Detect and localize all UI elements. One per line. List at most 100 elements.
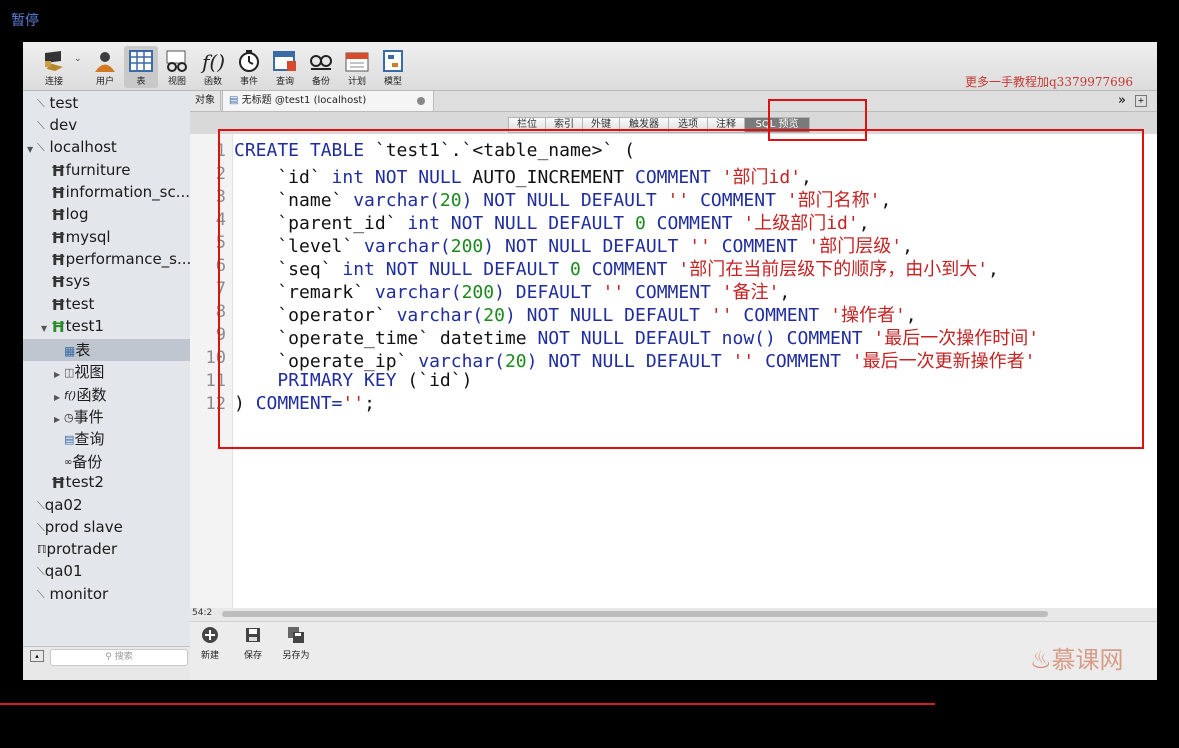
sidebar-item-test1[interactable]: ▼ Ħtest1: [23, 317, 190, 339]
save-icon: [246, 628, 260, 642]
sidebar-item-label: localhost: [49, 138, 117, 156]
sidebar-item-performance-schema[interactable]: Ħperformance_s...: [23, 250, 190, 272]
sidebar-item-qa02[interactable]: ⟍qa02: [23, 496, 190, 518]
toolbar-backup-button[interactable]: 备份: [304, 46, 338, 88]
new-button[interactable]: 新建: [192, 626, 228, 661]
add-icon: [202, 627, 218, 643]
tab-label: 无标题 @test1 (localhost): [241, 95, 367, 106]
video-progress-bar[interactable]: [0, 703, 935, 705]
toolbar-user-button[interactable]: 用户: [88, 46, 122, 88]
connection-icon: ⟍: [37, 96, 45, 110]
table-icon: [129, 50, 153, 72]
imooc-logo: ♨慕课网: [1030, 640, 1124, 675]
connection-icon: ℿ: [37, 543, 47, 556]
chevron-down-icon[interactable]: ⌄: [74, 54, 82, 64]
sidebar-item-label: qa01: [44, 562, 83, 580]
sidebar-item-label: dev: [49, 116, 78, 134]
editor-status-bar: 54:2: [190, 608, 1157, 621]
save-as-button[interactable]: 另存为: [278, 626, 314, 661]
toolbar-label: 用户: [95, 77, 114, 87]
toolbar-model-button[interactable]: 模型: [376, 46, 410, 88]
sidebar-item-events[interactable]: ▶ ◷事件: [23, 406, 190, 428]
action-label: 另存为: [282, 651, 310, 661]
sidebar-item-monitor[interactable]: ⟍ monitor: [23, 585, 190, 607]
app-window: 连接 ⌄ 用户 表 视图 f() 函数 事件 查询 备份 计划 模型 更多一手教…: [23, 42, 1157, 680]
action-bar: 新建 保存 另存为 ♨慕课网: [190, 621, 1157, 680]
toolbar-event-button[interactable]: 事件: [232, 46, 266, 88]
database-icon: Ħ: [51, 205, 66, 224]
toolbar-query-button[interactable]: 查询: [268, 46, 302, 88]
user-icon: [95, 52, 115, 72]
toolbar-label: 连接: [44, 77, 63, 87]
sidebar-item-label: 表: [75, 341, 91, 359]
toolbar-table-button[interactable]: 表: [124, 46, 158, 88]
cursor-position: 54:2: [192, 608, 213, 618]
sidebar-item-protrader[interactable]: ℿprotrader: [23, 540, 190, 562]
sidebar-item-queries[interactable]: ▤查询: [23, 428, 190, 450]
sidebar-search-input[interactable]: ⚲ 搜索: [50, 649, 188, 666]
query-icon: ▤: [64, 433, 75, 446]
function-icon: f(): [64, 389, 77, 402]
tab-objects[interactable]: 对象: [190, 91, 221, 111]
sidebar-item-label: test2: [65, 473, 104, 491]
svg-text:f(): f(): [200, 50, 225, 73]
search-placeholder: 搜索: [114, 652, 133, 662]
database-icon: Ħ: [51, 295, 66, 314]
tab-label: 对象: [195, 95, 215, 106]
expand-triangle-icon[interactable]: ▼: [27, 145, 37, 154]
database-icon: Ħ: [51, 161, 66, 180]
sidebar-item-prod-slave[interactable]: ⟍prod slave: [23, 518, 190, 540]
save-button[interactable]: 保存: [235, 626, 271, 661]
toolbar-function-button[interactable]: f() 函数: [196, 46, 230, 88]
expand-triangle-icon[interactable]: ▶: [54, 370, 64, 379]
toolbar-view-button[interactable]: 视图: [160, 46, 194, 88]
sidebar-item-label: monitor: [49, 585, 109, 603]
close-tab-icon[interactable]: [417, 97, 425, 105]
toggle-sidebar-icon[interactable]: ▴: [30, 650, 44, 662]
sidebar-item-test[interactable]: ⟍ test: [23, 94, 190, 116]
sidebar-item-label: 事件: [73, 408, 104, 426]
sidebar-item-backups[interactable]: ∞备份: [23, 451, 190, 473]
sidebar-item-localhost[interactable]: ▼ ⟍ localhost: [23, 138, 190, 160]
toolbar-label: 计划: [347, 77, 366, 87]
expand-triangle-icon[interactable]: ▼: [41, 324, 51, 333]
sidebar-item-qa01[interactable]: ⟍qa01: [23, 562, 190, 584]
sidebar-item-label: performance_s...: [65, 250, 191, 268]
toolbar-schedule-button[interactable]: 计划: [340, 46, 374, 88]
table-icon: ▦: [64, 343, 76, 358]
sidebar-item-test-db[interactable]: Ħtest: [23, 295, 190, 317]
sidebar-item-log[interactable]: Ħlog: [23, 205, 190, 227]
sidebar-bottom-bar: ▴ ⚲ 搜索: [23, 646, 190, 680]
sidebar-item-views[interactable]: ▶ ◫视图: [23, 361, 190, 383]
sidebar-item-functions[interactable]: ▶ f()函数: [23, 384, 190, 406]
sidebar-item-label: 视图: [74, 363, 105, 381]
expand-triangle-icon[interactable]: ▶: [54, 415, 64, 424]
save-as-icon: [288, 627, 304, 643]
view-icon: [166, 50, 187, 72]
sidebar-item-mysql[interactable]: Ħmysql: [23, 228, 190, 250]
sidebar-item-furniture[interactable]: Ħfurniture: [23, 161, 190, 183]
sidebar-item-tables[interactable]: ▦表: [23, 339, 190, 361]
sidebar-item-information-schema[interactable]: Ħinformation_sc...: [23, 183, 190, 205]
tab-overflow-button[interactable]: »: [1118, 91, 1126, 111]
sidebar-item-label: test1: [65, 317, 104, 335]
toolbar-connection-button[interactable]: 连接: [37, 46, 71, 88]
sidebar-item-sys[interactable]: Ħsys: [23, 272, 190, 294]
tab-document[interactable]: ▤ 无标题 @test1 (localhost): [222, 91, 434, 111]
expand-triangle-icon[interactable]: ▶: [54, 393, 64, 402]
database-icon: Ħ: [51, 317, 66, 336]
connection-icon: ⟍: [37, 520, 45, 534]
new-tab-icon[interactable]: +: [1135, 95, 1147, 107]
pause-label[interactable]: 暂停: [11, 10, 39, 30]
sidebar-item-test2[interactable]: Ħtest2: [23, 473, 190, 495]
horizontal-scrollbar[interactable]: [222, 611, 1048, 617]
sidebar-item-label: 备份: [72, 453, 103, 471]
sidebar-item-label: log: [65, 205, 89, 223]
action-label: 保存: [243, 651, 262, 661]
event-icon: [239, 50, 259, 72]
sidebar-item-label: prod slave: [44, 518, 123, 536]
action-label: 新建: [200, 651, 219, 661]
sidebar-item-dev[interactable]: ⟍ dev: [23, 116, 190, 138]
sidebar-item-label: sys: [65, 272, 91, 290]
toolbar-label: 函数: [203, 77, 222, 87]
